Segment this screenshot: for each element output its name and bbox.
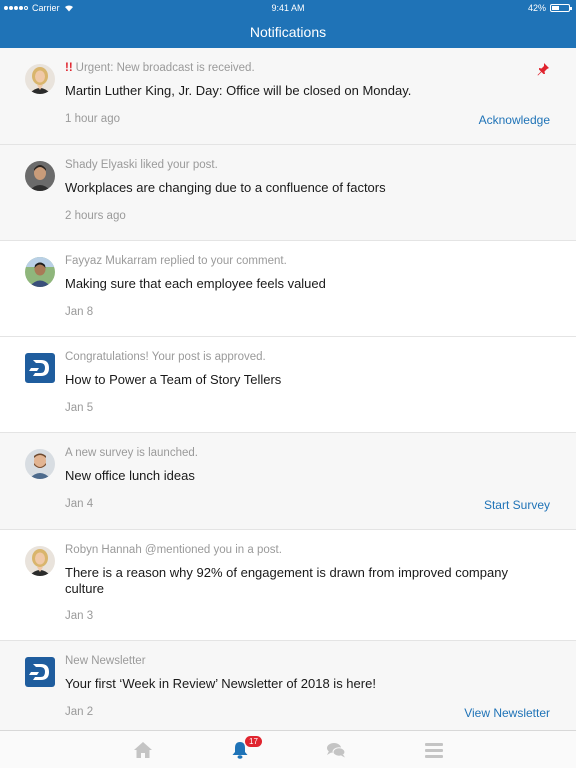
avatar-man-beard-icon <box>25 449 55 479</box>
notification-date: 1 hour ago <box>65 113 120 125</box>
notification-meta: Shady Elyaski liked your post. <box>65 159 218 171</box>
nav-bar: Notifications <box>0 16 576 48</box>
avatar-man-outdoor-icon <box>25 257 55 287</box>
notification-meta: Fayyaz Mukarram replied to your comment. <box>65 255 287 267</box>
avatar-man-dark-icon <box>25 161 55 191</box>
notification-title: How to Power a Team of Story Tellers <box>65 372 282 387</box>
notification-date: Jan 8 <box>65 306 94 318</box>
notification-meta: A new survey is launched. <box>65 447 198 459</box>
avatar-woman-icon <box>25 546 55 576</box>
notification-meta: New Newsletter <box>65 655 146 667</box>
tab-bar: 17 <box>0 730 576 768</box>
notification-title: New office lunch ideas <box>65 468 195 483</box>
avatar-woman-icon <box>25 64 55 94</box>
notification-count-badge: 17 <box>245 736 262 747</box>
notification-item[interactable]: Congratulations! Your post is approved. … <box>0 337 576 433</box>
notification-item[interactable]: Shady Elyaski liked your post. Workplace… <box>0 145 576 241</box>
notification-title: Making sure that each employee feels val… <box>65 276 326 291</box>
d-logo-icon <box>25 657 55 687</box>
pin-icon[interactable] <box>536 62 550 76</box>
notification-date: Jan 2 <box>65 706 94 718</box>
status-bar: Carrier 9:41 AM 42% <box>0 0 576 16</box>
notification-title: Martin Luther King, Jr. Day: Office will… <box>65 83 412 98</box>
notification-meta: Congratulations! Your post is approved. <box>65 351 266 363</box>
notification-item[interactable]: Robyn Hannah @mentioned you in a post. T… <box>0 530 576 641</box>
notification-list: !! Urgent: New broadcast is received. Mar… <box>0 48 576 730</box>
start-survey-button[interactable]: Start Survey <box>484 498 550 512</box>
status-time: 9:41 AM <box>271 3 305 13</box>
notification-title: Workplaces are changing due to a conflue… <box>65 180 386 195</box>
notification-meta: !! Urgent: New broadcast is received. <box>65 62 255 74</box>
urgent-icon: !! <box>65 62 73 74</box>
notification-meta: Robyn Hannah @mentioned you in a post. <box>65 544 282 556</box>
chat-icon[interactable] <box>325 740 347 760</box>
notification-title: Your first ‘Week in Review’ Newsletter o… <box>65 676 376 691</box>
acknowledge-button[interactable]: Acknowledge <box>479 113 550 127</box>
battery-icon <box>550 4 572 12</box>
page-title: Notifications <box>249 24 327 40</box>
notification-date: Jan 3 <box>65 610 94 622</box>
notification-item[interactable]: Fayyaz Mukarram replied to your comment.… <box>0 241 576 337</box>
notification-item[interactable]: New Newsletter Your first ‘Week in Revie… <box>0 641 576 730</box>
notification-date: Jan 5 <box>65 402 94 414</box>
notification-date: Jan 4 <box>65 498 94 510</box>
notification-title: There is a reason why 92% of engagement … <box>65 565 508 596</box>
notification-item[interactable]: A new survey is launched. New office lun… <box>0 433 576 530</box>
notification-date: 2 hours ago <box>65 210 126 222</box>
d-logo-icon <box>25 353 55 383</box>
view-newsletter-button[interactable]: View Newsletter <box>464 706 550 720</box>
notification-item[interactable]: !! Urgent: New broadcast is received. Mar… <box>0 48 576 145</box>
battery-percent: 42% <box>527 3 546 13</box>
menu-icon[interactable] <box>423 740 445 760</box>
home-icon[interactable] <box>132 740 154 760</box>
